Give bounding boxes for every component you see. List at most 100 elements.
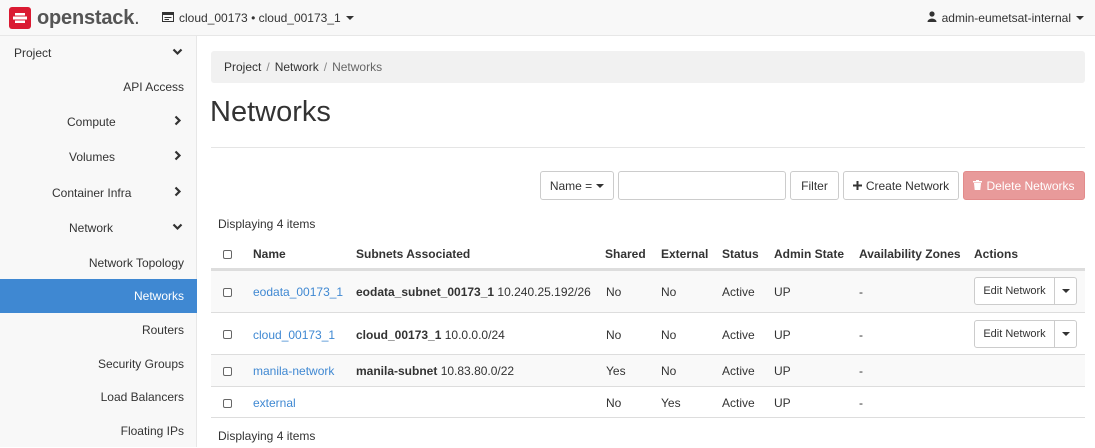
user-icon (927, 11, 937, 25)
network-name-link[interactable]: eodata_00173_1 (253, 285, 343, 299)
sidebar-item-label: Floating IPs (120, 424, 184, 438)
sidebar-item-container-infra[interactable]: Container Infra (0, 176, 197, 210)
admin-state-cell: UP (774, 364, 791, 378)
availability-zones-cell: - (859, 285, 863, 299)
edit-network-button[interactable]: Edit Network (974, 277, 1055, 305)
sidebar-item-networks[interactable]: Networks (0, 279, 197, 313)
column-header-availability-zones[interactable]: Availability Zones (859, 247, 961, 261)
search-input[interactable] (618, 171, 786, 200)
network-name-link[interactable]: cloud_00173_1 (253, 328, 335, 342)
chevron-down-icon (172, 221, 183, 235)
title-divider (211, 147, 1085, 148)
sidebar-item-security-groups[interactable]: Security Groups (0, 347, 197, 381)
subnet-name: cloud_00173_1 (356, 328, 442, 342)
breadcrumb-project-link[interactable]: Project (224, 60, 261, 74)
sidebar-item-routers[interactable]: Routers (0, 313, 197, 347)
subnet-cidr: 10.240.25.192/26 (497, 285, 591, 299)
sidebar-item-label: Load Balancers (100, 390, 184, 404)
user-menu[interactable]: admin-eumetsat-internal (927, 11, 1084, 25)
row-actions: Edit Network (974, 277, 1077, 305)
edit-network-button[interactable]: Edit Network (974, 320, 1055, 348)
row-actions-dropdown-toggle[interactable] (1055, 320, 1077, 348)
brand-name: openstack. (37, 6, 140, 29)
network-name-link[interactable]: manila-network (253, 364, 334, 378)
openstack-logo-icon (8, 6, 32, 30)
availability-zones-cell: - (859, 328, 863, 342)
top-navbar: openstack. cloud_00173 • cloud_00173_1 a… (0, 0, 1095, 36)
page-title: Networks (210, 96, 331, 128)
sidebar-item-load-balancers[interactable]: Load Balancers (0, 380, 197, 414)
column-header-admin-state[interactable]: Admin State (774, 247, 844, 261)
sidebar-item-volumes[interactable]: Volumes (0, 140, 197, 174)
breadcrumb-separator: / (266, 60, 270, 74)
network-name-link[interactable]: external (253, 396, 296, 410)
project-switcher[interactable]: cloud_00173 • cloud_00173_1 (162, 11, 354, 25)
subnets-cell: eodata_subnet_00173_1 10.240.25.192/26 (356, 285, 591, 299)
delete-networks-label: Delete Networks (986, 178, 1075, 193)
select-all-checkbox[interactable] (223, 250, 232, 259)
status-cell: Active (722, 396, 755, 410)
filter-field-dropdown[interactable]: Name = (540, 171, 614, 200)
caret-down-icon (1076, 16, 1084, 20)
column-header-shared[interactable]: Shared (605, 247, 646, 261)
subnet-cidr: 10.83.80.0/22 (440, 364, 515, 378)
shared-cell: Yes (606, 364, 626, 378)
sidebar-item-label: Volumes (69, 150, 116, 164)
breadcrumb-separator: / (323, 60, 328, 74)
plus-icon (852, 179, 862, 193)
chevron-down-icon (172, 46, 183, 60)
row-checkbox[interactable] (223, 399, 232, 408)
trash-icon (973, 179, 983, 193)
sidebar-item-api-access[interactable]: API Access (0, 70, 197, 104)
sidebar-item-network[interactable]: Network (0, 211, 197, 245)
external-cell: No (661, 364, 677, 378)
column-header-name[interactable]: Name (253, 247, 286, 261)
filter-field-label: Name = (549, 178, 593, 193)
breadcrumb: Project / Network / Networks (211, 51, 1085, 83)
column-header-external[interactable]: External (661, 247, 708, 261)
table-row: external No Yes Active UP - (211, 386, 1085, 418)
table-row: manila-network manila-subnet 10.83.80.0/… (211, 354, 1085, 386)
row-checkbox[interactable] (223, 330, 232, 339)
admin-state-cell: UP (774, 285, 791, 299)
brand-logo-link[interactable]: openstack. (8, 6, 140, 30)
caret-down-icon (1061, 332, 1070, 336)
caret-down-icon (1061, 289, 1070, 293)
breadcrumb-network-link[interactable]: Network (275, 60, 319, 74)
sidebar: Project API Access Compute Volumes Conta… (0, 36, 197, 447)
table-row: eodata_00173_1 eodata_subnet_00173_1 10.… (211, 270, 1085, 312)
sidebar-item-label: Compute (67, 115, 116, 129)
subnet-name: eodata_subnet_00173_1 (356, 285, 495, 299)
row-checkbox[interactable] (223, 288, 232, 297)
sidebar-item-compute[interactable]: Compute (0, 105, 197, 139)
sidebar-item-floating-ips[interactable]: Floating IPs (0, 414, 197, 448)
row-actions-dropdown-toggle[interactable] (1055, 277, 1077, 305)
table-row: cloud_00173_1 cloud_00173_1 10.0.0.0/24 … (211, 312, 1085, 354)
sidebar-item-label: Routers (141, 323, 184, 337)
row-checkbox[interactable] (223, 367, 232, 376)
sidebar-item-label: Security Groups (97, 357, 184, 371)
sidebar-item-project[interactable]: Project (0, 36, 197, 70)
subnet-name: manila-subnet (356, 364, 438, 378)
breadcrumb-current: Networks (332, 60, 383, 74)
create-network-button[interactable]: Create Network (843, 171, 959, 200)
external-cell: No (661, 328, 677, 342)
column-header-subnets[interactable]: Subnets Associated (356, 247, 470, 261)
status-cell: Active (722, 285, 755, 299)
availability-zones-cell: - (859, 396, 863, 410)
delete-networks-button[interactable]: Delete Networks (963, 171, 1085, 200)
filter-button[interactable]: Filter (790, 171, 839, 200)
shared-cell: No (606, 328, 622, 342)
column-header-actions: Actions (974, 247, 1019, 261)
column-header-status[interactable]: Status (722, 247, 759, 261)
subnets-cell: cloud_00173_1 10.0.0.0/24 (356, 328, 505, 342)
sidebar-item-label: Networks (133, 289, 184, 303)
sidebar-item-label: Container Infra (52, 186, 132, 200)
sidebar-item-label: Network Topology (88, 256, 184, 270)
admin-state-cell: UP (774, 328, 791, 342)
availability-zones-cell: - (859, 364, 863, 378)
create-network-label: Create Network (865, 178, 950, 193)
items-count-top: Displaying 4 items (218, 217, 316, 231)
external-cell: No (661, 285, 677, 299)
sidebar-item-network-topology[interactable]: Network Topology (0, 246, 197, 280)
